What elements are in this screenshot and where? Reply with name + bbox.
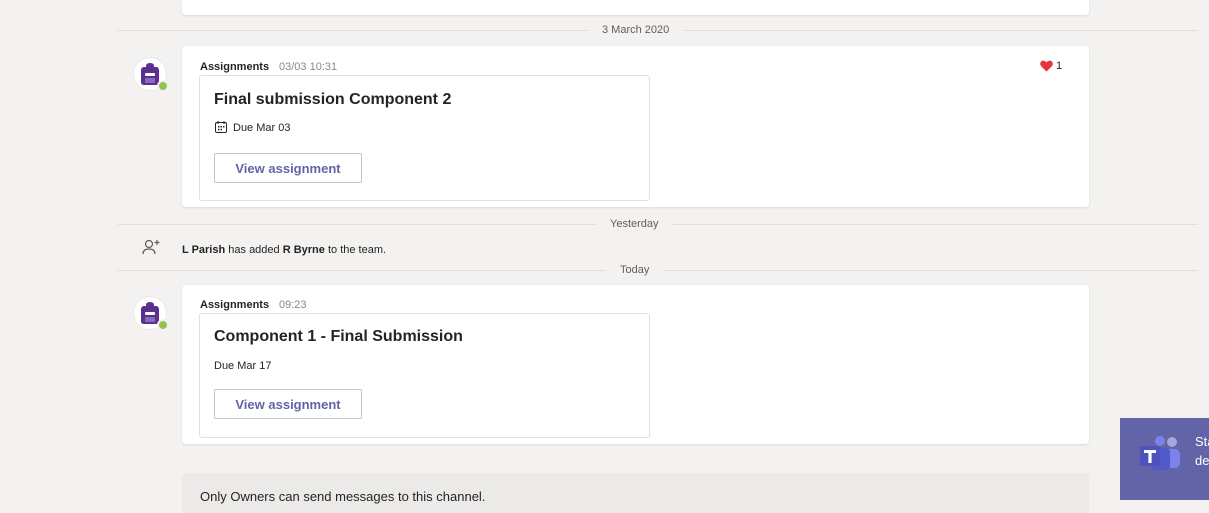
message-sender[interactable]: Assignments xyxy=(200,299,269,311)
assignment-card[interactable]: Component 1 - Final Submission Due Mar 1… xyxy=(199,313,650,438)
message-timestamp: 09:23 xyxy=(279,299,307,311)
assignments-avatar[interactable] xyxy=(133,57,169,92)
view-assignment-button[interactable]: View assignment xyxy=(214,389,362,419)
system-message-action: has added xyxy=(225,244,283,256)
assignments-avatar[interactable] xyxy=(133,296,169,331)
message-card[interactable]: Assignments 03/03 10:31 1 Final submissi… xyxy=(182,46,1089,207)
message-card[interactable]: Assignments 09:23 Component 1 - Final Su… xyxy=(182,285,1089,444)
heart-icon xyxy=(1040,60,1053,72)
date-label: Yesterday xyxy=(596,217,673,231)
date-label: 3 March 2020 xyxy=(588,23,684,37)
view-assignment-button[interactable]: View assignment xyxy=(214,153,362,183)
date-label: Today xyxy=(606,263,664,277)
compose-area: Only Owners can send messages to this ch… xyxy=(182,473,1089,513)
assignment-title: Final submission Component 2 xyxy=(214,91,452,108)
date-divider: Today xyxy=(118,263,1198,277)
reaction-count: 1 xyxy=(1056,60,1063,72)
system-message-suffix: to the team. xyxy=(324,244,387,256)
available-status-icon xyxy=(157,80,169,92)
due-date: Due Mar 03 xyxy=(233,122,291,134)
reaction[interactable]: 1 xyxy=(1040,60,1062,72)
available-status-icon xyxy=(157,319,169,331)
assignment-title: Component 1 - Final Submission xyxy=(214,328,463,345)
system-message-actor[interactable]: L Parish xyxy=(182,244,225,256)
system-message-target[interactable]: R Byrne xyxy=(283,244,325,256)
teams-logo-icon xyxy=(1140,436,1180,470)
calendar-icon xyxy=(215,121,227,133)
system-message: L Parish has added R Byrne to the team. xyxy=(182,244,386,256)
date-divider: Yesterday xyxy=(118,217,1198,231)
toast-message: Sta de xyxy=(1195,434,1209,468)
owners-only-notice: Only Owners can send messages to this ch… xyxy=(200,489,486,504)
message-sender[interactable]: Assignments xyxy=(200,61,269,73)
date-divider: 3 March 2020 xyxy=(118,23,1198,37)
due-date: Due Mar 17 xyxy=(214,360,272,372)
message-timestamp: 03/03 10:31 xyxy=(279,61,338,73)
notification-toast[interactable]: Sta de xyxy=(1120,418,1209,500)
previous-message-card xyxy=(182,0,1089,15)
person-add-icon xyxy=(142,239,160,255)
assignment-card[interactable]: Final submission Component 2 Due Mar 03 … xyxy=(199,75,650,201)
